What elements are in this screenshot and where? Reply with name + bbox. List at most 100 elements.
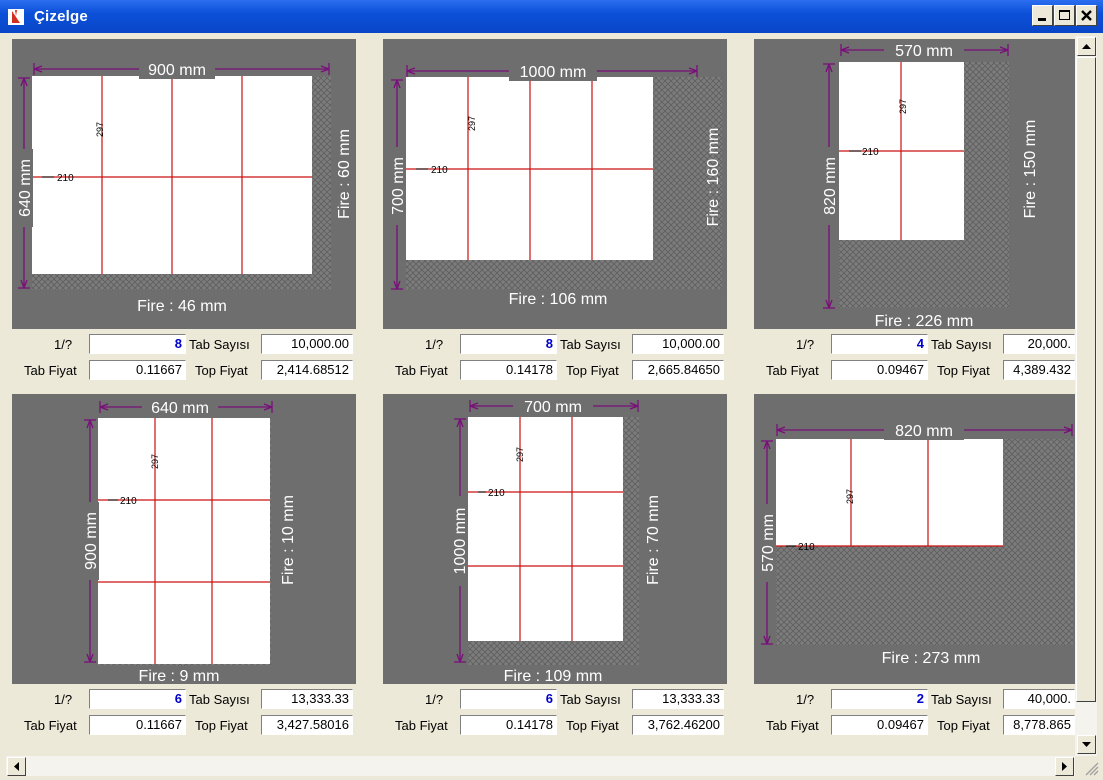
tab-price-label: Tab Fiyat	[24, 363, 77, 378]
sheet-width-label: 700 mm	[524, 399, 582, 416]
arrow-right-icon	[1062, 762, 1067, 771]
waste-bottom-label: Fire : 106 mm	[509, 291, 608, 308]
tab-price-field[interactable]: 0.11667	[89, 360, 186, 380]
waste-right-label: Fire : 10 mm	[280, 495, 297, 585]
total-price-field[interactable]: 8,778.865	[1003, 715, 1075, 735]
total-price-field[interactable]: 4,389.432	[1003, 360, 1075, 380]
ratio-field[interactable]: 4	[831, 334, 928, 354]
cell-height-label: 297	[150, 454, 160, 469]
app-icon	[8, 9, 24, 25]
cutting-diagram: 210 297 900 mm 640 mm Fire : 46 mm Fire …	[15, 59, 353, 315]
total-price-field[interactable]: 3,762.46200	[632, 715, 724, 735]
cutting-diagram: 210 297 570 mm 820 mm Fire : 226 mm Fire…	[820, 40, 1039, 329]
minimize-icon	[1038, 18, 1046, 21]
maximize-button[interactable]	[1054, 5, 1075, 26]
ratio-label: 1/?	[425, 692, 444, 707]
scroll-left-button[interactable]	[7, 757, 26, 776]
cutting-layout-panel: 210 297 570 mm 820 mm Fire : 226 mm Fire…	[754, 39, 1075, 329]
waste-bottom-label: Fire : 226 mm	[875, 313, 974, 329]
scroll-up-button[interactable]	[1077, 37, 1096, 56]
minimize-button[interactable]	[1032, 5, 1053, 26]
used-area	[468, 417, 623, 641]
cell-height-label: 297	[898, 99, 908, 114]
tab-price-label: Tab Fiyat	[766, 718, 819, 733]
total-price-label: Top Fiyat	[566, 363, 619, 378]
cutting-layout-panel: 210 297 640 mm 900 mm Fire : 9 mm Fire :…	[12, 394, 356, 684]
cutting-layout-panel: 210 297 1000 mm 700 mm Fire : 106 mm Fir…	[383, 39, 727, 329]
panel-stats-form: 1/? 8 Tab Sayısı 10,000.00 Tab Fiyat 0.1…	[12, 333, 356, 385]
waste-right-label: Fire : 150 mm	[1022, 120, 1039, 219]
sheet-height-label: 700 mm	[390, 157, 407, 215]
scroll-right-button[interactable]	[1055, 757, 1074, 776]
cutting-layout-panel: 210 297 700 mm 1000 mm Fire : 109 mm Fir…	[383, 394, 727, 684]
cell-width-label: 210	[431, 165, 448, 176]
cell-width-label: 210	[57, 173, 74, 184]
arrow-up-icon	[1082, 44, 1091, 49]
cutting-diagram: 210 297 700 mm 1000 mm Fire : 109 mm Fir…	[450, 396, 662, 684]
tab-count-label: Tab Sayısı	[560, 692, 621, 707]
cell-height-label: 297	[845, 489, 855, 504]
panel-stats-form: 1/? 2 Tab Sayısı 40,000. Tab Fiyat 0.094…	[754, 688, 1075, 740]
panel-stats-form: 1/? 8 Tab Sayısı 10,000.00 Tab Fiyat 0.1…	[383, 333, 727, 385]
tab-price-field[interactable]: 0.11667	[89, 715, 186, 735]
tab-price-label: Tab Fiyat	[24, 718, 77, 733]
sheet-height-label: 900 mm	[83, 512, 100, 570]
title-bar[interactable]: Çizelge	[0, 0, 1103, 33]
tab-count-label: Tab Sayısı	[931, 692, 992, 707]
ratio-label: 1/?	[54, 692, 73, 707]
close-button[interactable]	[1076, 5, 1097, 26]
total-price-label: Top Fiyat	[195, 363, 248, 378]
tab-count-label: Tab Sayısı	[189, 692, 250, 707]
total-price-label: Top Fiyat	[937, 363, 990, 378]
total-price-label: Top Fiyat	[937, 718, 990, 733]
total-price-field[interactable]: 2,414.68512	[261, 360, 353, 380]
tab-price-field[interactable]: 0.09467	[831, 715, 928, 735]
tab-price-field[interactable]: 0.09467	[831, 360, 928, 380]
sheet-width-label: 820 mm	[895, 423, 953, 440]
total-price-label: Top Fiyat	[195, 718, 248, 733]
tab-count-field[interactable]: 40,000.	[1003, 689, 1075, 709]
horizontal-scrollbar[interactable]	[6, 756, 1075, 776]
tab-count-label: Tab Sayısı	[560, 337, 621, 352]
scroll-down-button[interactable]	[1077, 735, 1096, 754]
ratio-label: 1/?	[425, 337, 444, 352]
tab-count-field[interactable]: 13,333.33	[261, 689, 353, 709]
sheet-height-label: 570 mm	[760, 514, 777, 572]
cell-height-label: 297	[467, 116, 477, 131]
panel-stats-form: 1/? 6 Tab Sayısı 13,333.33 Tab Fiyat 0.1…	[383, 688, 727, 740]
waste-bottom-label: Fire : 109 mm	[504, 668, 603, 684]
cell-width-label: 210	[488, 488, 505, 499]
ratio-label: 1/?	[796, 692, 815, 707]
ratio-field[interactable]: 8	[89, 334, 186, 354]
waste-right-label: Fire : 70 mm	[645, 495, 662, 585]
tab-price-label: Tab Fiyat	[766, 363, 819, 378]
tab-price-field[interactable]: 0.14178	[460, 715, 557, 735]
waste-bottom-label: Fire : 9 mm	[139, 668, 220, 684]
ratio-label: 1/?	[796, 337, 815, 352]
ratio-field[interactable]: 6	[89, 689, 186, 709]
chart-grid: 210 297 900 mm 640 mm Fire : 46 mm Fire …	[6, 33, 1075, 756]
total-price-label: Top Fiyat	[566, 718, 619, 733]
sheet-width-label: 900 mm	[148, 62, 206, 79]
total-price-field[interactable]: 2,665.84650	[632, 360, 724, 380]
tab-price-field[interactable]: 0.14178	[460, 360, 557, 380]
tab-price-label: Tab Fiyat	[395, 363, 448, 378]
waste-right-label: Fire : 160 mm	[705, 128, 722, 227]
window-title: Çizelge	[34, 8, 88, 25]
vertical-scroll-thumb[interactable]	[1076, 57, 1096, 702]
panel-stats-form: 1/? 6 Tab Sayısı 13,333.33 Tab Fiyat 0.1…	[12, 688, 356, 740]
used-area	[776, 439, 1003, 546]
ratio-field[interactable]: 8	[460, 334, 557, 354]
ratio-field[interactable]: 6	[460, 689, 557, 709]
cutting-diagram: 210 297 640 mm 900 mm Fire : 9 mm Fire :…	[81, 397, 297, 684]
ratio-field[interactable]: 2	[831, 689, 928, 709]
tab-count-field[interactable]: 20,000.	[1003, 334, 1075, 354]
tab-price-label: Tab Fiyat	[395, 718, 448, 733]
tab-count-field[interactable]: 13,333.33	[632, 689, 724, 709]
total-price-field[interactable]: 3,427.58016	[261, 715, 353, 735]
tab-count-field[interactable]: 10,000.00	[261, 334, 353, 354]
resize-grip-icon[interactable]	[1078, 757, 1100, 777]
cell-width-label: 210	[120, 496, 137, 507]
cell-height-label: 297	[515, 447, 525, 462]
tab-count-field[interactable]: 10,000.00	[632, 334, 724, 354]
